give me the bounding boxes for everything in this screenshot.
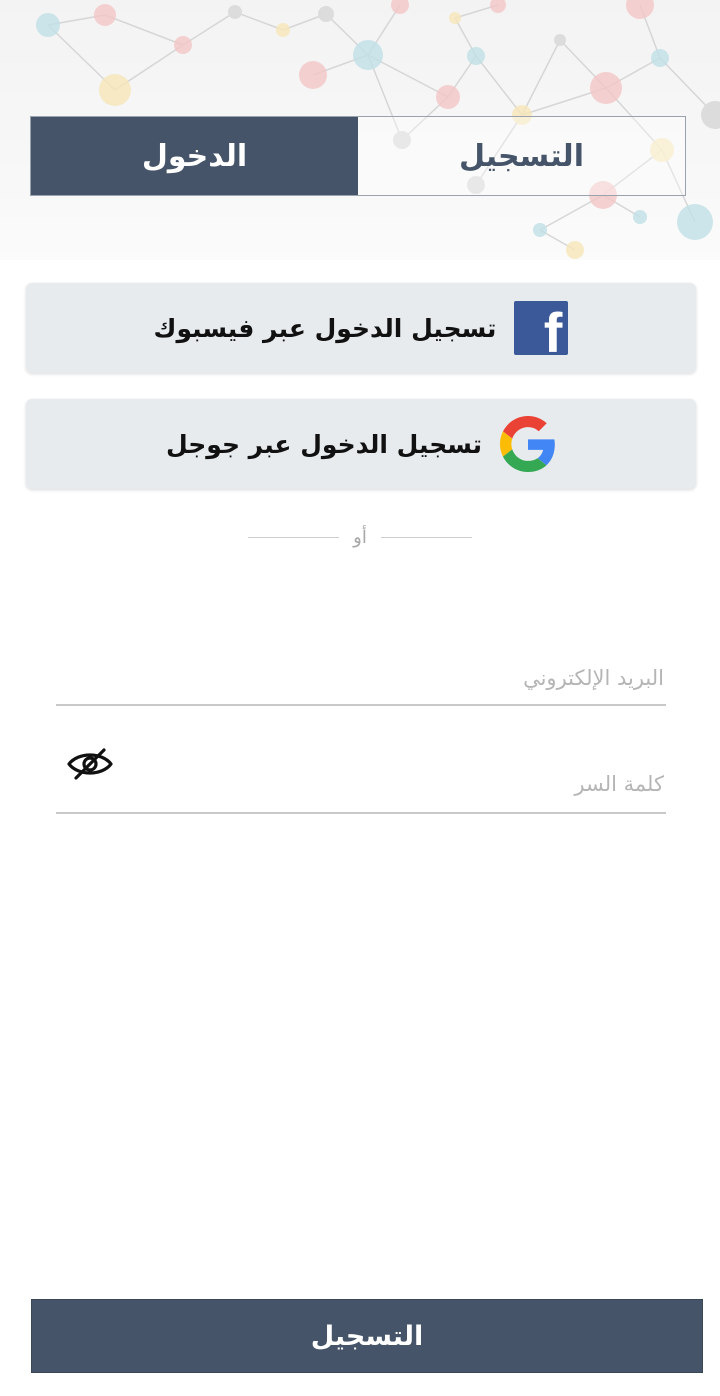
auth-tabs: الدخول التسجيل — [30, 116, 686, 196]
email-input[interactable] — [56, 656, 666, 700]
submit-button[interactable]: التسجيل — [31, 1299, 703, 1373]
google-login-label: تسجيل الدخول عبر جوجل — [165, 429, 483, 459]
google-login-button[interactable]: تسجيل الدخول عبر جوجل — [26, 399, 696, 489]
divider-line-left — [248, 536, 340, 538]
or-text: أو — [353, 526, 367, 548]
tab-register[interactable]: التسجيل — [358, 117, 685, 195]
facebook-login-button[interactable]: تسجيل الدخول عبر فيسبوك f — [26, 283, 696, 373]
facebook-icon: f — [514, 301, 569, 361]
divider-line-right — [380, 536, 472, 538]
password-field — [56, 760, 666, 814]
eye-off-icon[interactable] — [66, 744, 114, 784]
password-input[interactable] — [56, 760, 666, 808]
facebook-login-label: تسجيل الدخول عبر فيسبوك — [153, 313, 497, 343]
or-divider: أو — [248, 522, 472, 552]
email-field — [56, 656, 666, 706]
tab-login[interactable]: الدخول — [31, 117, 358, 195]
google-icon — [500, 416, 555, 472]
